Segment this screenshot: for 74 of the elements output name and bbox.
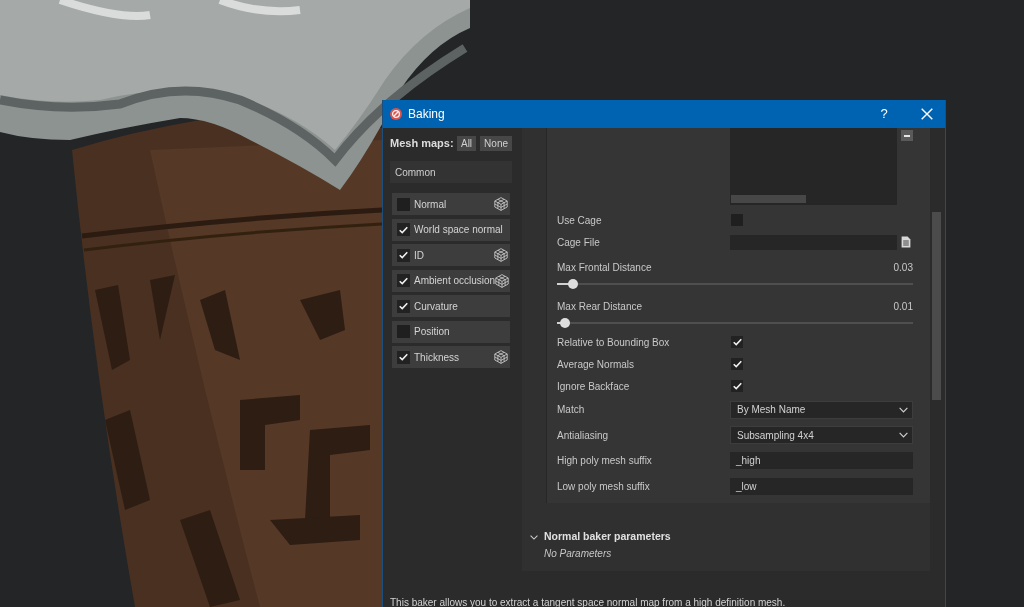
mesh-map-label: Curvature bbox=[414, 299, 458, 314]
mesh-maps-label: Mesh maps: bbox=[390, 136, 454, 152]
checkbox[interactable] bbox=[397, 299, 410, 313]
parameter-label: Match bbox=[557, 403, 586, 418]
app-logo-icon bbox=[390, 108, 402, 120]
category-header: Common bbox=[390, 161, 512, 183]
parameter-label: Low poly mesh suffix bbox=[557, 479, 651, 494]
suffix-field[interactable]: _high bbox=[730, 452, 913, 470]
checkmark-icon bbox=[732, 360, 742, 368]
checkbox[interactable] bbox=[397, 350, 410, 364]
close-icon bbox=[921, 108, 933, 120]
mesh-map-item[interactable]: World space normal bbox=[392, 218, 510, 241]
checkmark-icon bbox=[399, 302, 408, 310]
select-button[interactable]: All bbox=[456, 136, 477, 151]
dropdown[interactable]: Subsampling 4x4 bbox=[730, 426, 913, 445]
parameter-label: Ignore Backface bbox=[557, 379, 631, 394]
checkbox[interactable] bbox=[397, 274, 410, 287]
parameter-label: High poly mesh suffix bbox=[557, 454, 653, 469]
select-button[interactable]: None bbox=[480, 136, 512, 151]
checkbox[interactable] bbox=[731, 358, 743, 370]
checkmark-icon bbox=[732, 338, 742, 346]
parameter-label: Max Frontal Distance bbox=[557, 260, 652, 275]
section-note: No Parameters bbox=[544, 547, 613, 561]
window-title: Baking bbox=[408, 106, 445, 123]
cube-icon[interactable] bbox=[494, 197, 508, 211]
mesh-map-label: World space normal bbox=[414, 223, 503, 237]
mesh-map-label: ID bbox=[414, 248, 424, 263]
parameter-label: Average Normals bbox=[557, 357, 636, 372]
scrollbar-thumb[interactable] bbox=[932, 212, 941, 400]
section-header[interactable]: Normal baker parameters bbox=[522, 529, 930, 545]
slider-track[interactable] bbox=[557, 278, 913, 289]
checkbox[interactable] bbox=[397, 248, 410, 262]
minus-icon bbox=[904, 134, 910, 137]
dropdown[interactable]: By Mesh Name bbox=[730, 400, 913, 419]
slider-thumb[interactable] bbox=[568, 278, 578, 289]
slider-value[interactable]: 0.03 bbox=[893, 259, 913, 275]
mesh-map-item[interactable]: ID bbox=[392, 244, 510, 266]
checkbox[interactable] bbox=[397, 197, 410, 211]
mesh-map-label: Normal bbox=[414, 197, 447, 212]
mesh-map-item[interactable]: Thickness bbox=[392, 346, 510, 368]
parameter-label: Antialiasing bbox=[557, 428, 610, 443]
mesh-map-item[interactable]: Normal bbox=[392, 193, 510, 215]
parameter-label: Use Cage bbox=[557, 213, 603, 228]
mesh-map-item[interactable]: Position bbox=[392, 320, 510, 343]
suffix-field[interactable]: _low bbox=[730, 477, 913, 495]
slider-track[interactable] bbox=[557, 317, 913, 328]
parameter-label: Max Rear Distance bbox=[557, 299, 643, 314]
parameter-label: Relative to Bounding Box bbox=[557, 335, 671, 350]
mesh-map-label: Thickness bbox=[414, 350, 459, 365]
checkbox[interactable] bbox=[397, 223, 410, 236]
cube-icon[interactable] bbox=[494, 248, 508, 262]
checkmark-icon bbox=[399, 225, 408, 234]
mesh-map-label: Ambient occlusion bbox=[414, 274, 496, 288]
cube-icon[interactable] bbox=[494, 350, 508, 364]
minus-button[interactable] bbox=[901, 130, 913, 141]
mesh-map-item[interactable]: Ambient occlusion bbox=[392, 269, 510, 292]
scrollbar-thumb[interactable] bbox=[731, 195, 806, 203]
checkmark-icon bbox=[399, 353, 408, 361]
checkmark-icon bbox=[399, 276, 408, 285]
chevron-down-icon bbox=[899, 406, 908, 413]
checkbox[interactable] bbox=[731, 380, 743, 392]
checkbox[interactable] bbox=[731, 336, 743, 348]
checkmark-icon bbox=[732, 382, 742, 390]
mesh-map-item[interactable]: Curvature bbox=[392, 295, 510, 317]
slider-thumb[interactable] bbox=[559, 317, 570, 328]
checkmark-icon bbox=[399, 251, 408, 259]
slider-value[interactable]: 0.01 bbox=[893, 298, 913, 314]
help-button[interactable]: ? bbox=[872, 100, 896, 128]
file-icon[interactable] bbox=[901, 236, 911, 248]
checkbox[interactable] bbox=[397, 325, 410, 338]
parameter-label: Cage File bbox=[557, 235, 601, 250]
chevron-down-icon bbox=[899, 432, 908, 439]
cube-icon[interactable] bbox=[495, 273, 510, 288]
mesh-map-label: Position bbox=[414, 325, 450, 339]
